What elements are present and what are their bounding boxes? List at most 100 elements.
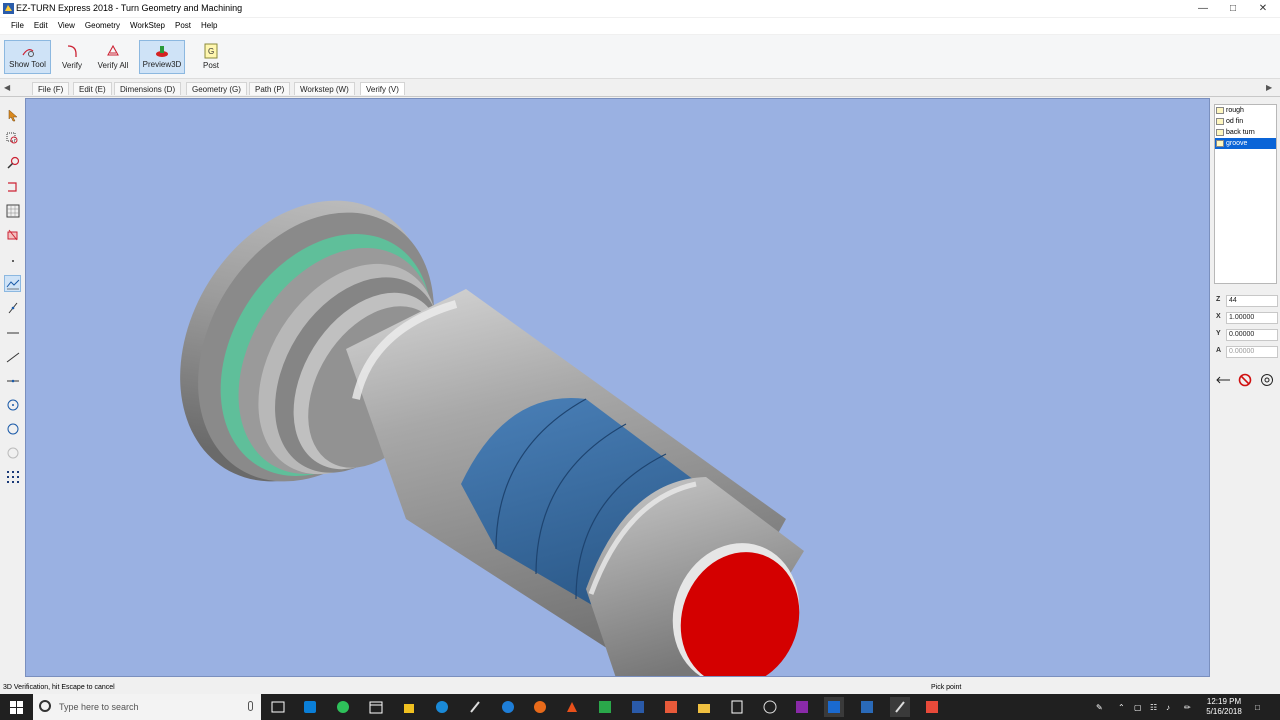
tab-file[interactable]: File (F) — [32, 82, 70, 95]
at-sign-icon[interactable] — [1258, 372, 1276, 388]
explorer-icon[interactable] — [694, 697, 714, 717]
slides-icon[interactable] — [661, 697, 681, 717]
line-angle-tool[interactable] — [4, 299, 21, 316]
post-button[interactable]: G Post — [196, 40, 226, 74]
operation-item[interactable]: rough — [1215, 105, 1276, 116]
fit-icon — [7, 181, 17, 192]
acrobat-icon[interactable] — [562, 697, 582, 717]
maximize-icon[interactable]: □ — [1218, 0, 1248, 17]
zoom-tool[interactable] — [4, 154, 21, 171]
tab-scroll-right-icon[interactable]: ▶ — [1266, 83, 1272, 92]
tray-pen-icon[interactable]: ✏ — [1184, 694, 1191, 720]
calculator-icon[interactable] — [727, 697, 747, 717]
point-tool[interactable] — [4, 252, 21, 269]
taskbar-search[interactable]: Type here to search — [33, 694, 261, 720]
coord-z: Z 44 — [1214, 295, 1278, 307]
tab-edit[interactable]: Edit (E) — [73, 82, 112, 95]
coord-a: A 0.00000 — [1214, 346, 1278, 358]
menu-file[interactable]: File — [6, 18, 29, 34]
circle-tool[interactable] — [4, 420, 21, 437]
arc-tool[interactable] — [4, 444, 21, 461]
menu-edit[interactable]: Edit — [29, 18, 53, 34]
camtasia-icon[interactable] — [595, 697, 615, 717]
3d-viewport[interactable] — [25, 98, 1210, 677]
operation-list: rough od fin back turn groove — [1214, 104, 1277, 284]
magnifier-icon — [6, 156, 19, 169]
menu-view[interactable]: View — [53, 18, 80, 34]
operation-item[interactable]: back turn — [1215, 127, 1276, 138]
dot-grid-tool[interactable] — [4, 468, 21, 485]
word-icon[interactable] — [628, 697, 648, 717]
microphone-icon[interactable] — [248, 701, 253, 711]
taskbar-clock[interactable]: 12:19 PM 5/16/2018 — [1198, 697, 1250, 717]
skype-icon[interactable] — [300, 697, 320, 717]
horizontal-line-tool[interactable] — [4, 324, 21, 341]
operation-item-selected[interactable]: groove — [1215, 138, 1276, 149]
app-s-icon[interactable] — [432, 697, 452, 717]
coord-x: X 1.00000 — [1214, 312, 1278, 324]
menu-geometry[interactable]: Geometry — [80, 18, 125, 34]
store-icon[interactable] — [399, 697, 419, 717]
coord-x-field[interactable]: 1.00000 — [1226, 312, 1278, 324]
onenote-icon[interactable] — [792, 697, 812, 717]
tab-path[interactable]: Path (P) — [249, 82, 291, 95]
tray-volume-icon[interactable]: ♪ — [1166, 694, 1170, 720]
back-arrow-icon[interactable] — [1214, 372, 1232, 388]
status-message: 3D Verification, hit Escape to cancel — [3, 684, 115, 691]
task-view-icon[interactable] — [268, 697, 288, 717]
tab-dimensions[interactable]: Dimensions (D) — [114, 82, 182, 95]
tab-verify[interactable]: Verify (V) — [360, 82, 405, 95]
show-tool-button[interactable]: Show Tool — [4, 40, 51, 74]
notification-icon[interactable]: □ — [1255, 694, 1260, 720]
tab-geometry[interactable]: Geometry (G) — [186, 82, 247, 95]
menu-help[interactable]: Help — [196, 18, 222, 34]
tab-scroll-left-icon[interactable]: ◀ — [4, 83, 10, 92]
tab-workstep[interactable]: Workstep (W) — [294, 82, 355, 95]
line-chain-tool[interactable] — [4, 275, 21, 292]
verify-all-icon — [107, 44, 119, 56]
coord-a-field[interactable]: 0.00000 — [1226, 346, 1278, 358]
outlook-icon[interactable] — [824, 697, 844, 717]
whatsapp-icon[interactable] — [333, 697, 353, 717]
close-icon[interactable]: ✕ — [1248, 0, 1278, 17]
tray-network-icon[interactable]: ☷ — [1150, 694, 1157, 720]
coord-y-field[interactable]: 0.00000 — [1226, 329, 1278, 341]
tray-people-icon[interactable]: ✎ — [1096, 694, 1103, 720]
search-icon — [39, 700, 51, 712]
calendar-icon[interactable] — [366, 697, 386, 717]
grid-tool[interactable] — [4, 202, 21, 219]
fit-tool[interactable] — [4, 178, 21, 195]
globe-icon[interactable] — [760, 697, 780, 717]
preview3d-button[interactable]: Preview3D — [139, 40, 185, 74]
right-panel: rough od fin back turn groove Z 44 X 1.0… — [1210, 98, 1280, 678]
tray-battery-icon[interactable]: ▢ — [1134, 694, 1142, 720]
firefox-icon[interactable] — [530, 697, 550, 717]
edge-icon[interactable] — [498, 697, 518, 717]
circle-center-tool[interactable] — [4, 396, 21, 413]
menu-post[interactable]: Post — [170, 18, 196, 34]
coord-y: Y 0.00000 — [1214, 329, 1278, 341]
svg-text:G: G — [208, 47, 214, 56]
tray-expand-icon[interactable]: ⌃ — [1118, 694, 1125, 720]
select-tool[interactable] — [4, 106, 21, 123]
app-icon — [3, 3, 14, 14]
ezturn-taskbar-icon[interactable] — [890, 697, 910, 717]
chain-line-icon — [6, 279, 19, 289]
cancel-icon[interactable] — [1236, 372, 1254, 388]
coord-z-field[interactable]: 44 — [1226, 295, 1278, 307]
erase-tool[interactable] — [4, 226, 21, 243]
verify-button[interactable]: Verify — [56, 40, 88, 74]
diagonal-line-tool[interactable] — [4, 348, 21, 365]
menu-workstep[interactable]: WorkStep — [125, 18, 170, 34]
tool-icon[interactable] — [465, 697, 485, 717]
minimize-icon[interactable]: — — [1188, 0, 1218, 17]
recorder-icon[interactable] — [922, 697, 942, 717]
start-button[interactable] — [0, 694, 32, 720]
operation-icon — [1216, 129, 1224, 136]
zoom-window-tool[interactable] — [4, 130, 21, 147]
operation-item[interactable]: od fin — [1215, 116, 1276, 127]
ez-app-icon[interactable] — [857, 697, 877, 717]
trim-tool[interactable] — [4, 372, 21, 389]
verify-all-button[interactable]: Verify All — [94, 40, 132, 74]
title-bar: EZ-TURN Express 2018 - Turn Geometry and… — [0, 0, 1280, 17]
